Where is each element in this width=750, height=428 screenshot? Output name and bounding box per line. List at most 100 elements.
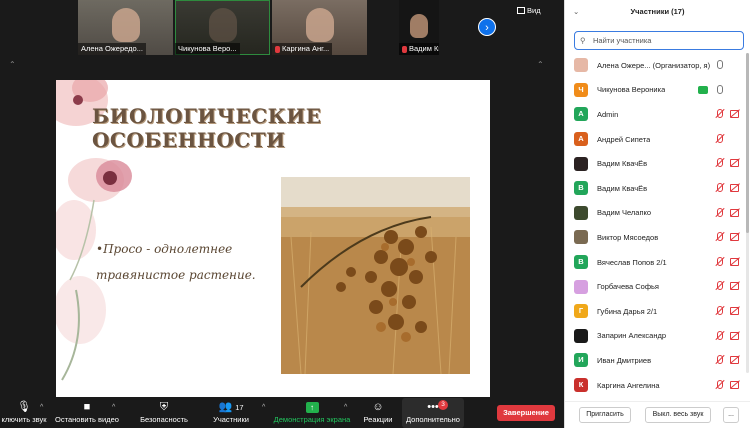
share-screen-button[interactable]: ↑ Демонстрация экрана bbox=[272, 398, 352, 428]
participant-status-icons bbox=[714, 157, 741, 169]
screen-share-icon bbox=[698, 85, 708, 94]
more-label: Дополнительно bbox=[406, 415, 460, 424]
participant-row[interactable]: Вадим Челапко bbox=[565, 201, 750, 226]
search-icon: ⚲ bbox=[580, 36, 586, 45]
participant-status-icons bbox=[714, 354, 741, 366]
video-tile[interactable]: Вадим КвачЁв bbox=[399, 0, 439, 55]
reactions-label: Реакции bbox=[363, 415, 393, 424]
microphone-icon bbox=[714, 84, 724, 96]
meeting-area: Алена Ожередо... Чикунова Веро... Каргин… bbox=[0, 0, 564, 428]
reactions-button[interactable]: ☺ Реакции bbox=[360, 398, 396, 428]
participant-row[interactable]: В Вячеслав Попов 2/1 bbox=[565, 250, 750, 275]
muted-mic-icon bbox=[275, 45, 280, 53]
video-off-icon bbox=[730, 183, 741, 192]
participant-row[interactable]: A Admin bbox=[565, 102, 750, 127]
share-screen-icon: ↑ bbox=[272, 401, 352, 413]
video-off-icon bbox=[730, 331, 741, 340]
security-label: Безопасность bbox=[140, 415, 188, 424]
panel-header: ⌄ Участники (17) bbox=[565, 0, 750, 24]
slide-bullet-text: •Просо - однолетнее травянистое растение… bbox=[96, 242, 256, 282]
participant-row[interactable]: Г Губина Дарья 2/1 bbox=[565, 299, 750, 324]
participant-status-icons bbox=[714, 305, 741, 317]
video-off-icon bbox=[730, 208, 741, 217]
unmute-button[interactable]: 🎙 ключить звук bbox=[0, 398, 48, 428]
more-button[interactable]: ••• 3 Дополнительно bbox=[402, 398, 464, 428]
avatar bbox=[574, 205, 588, 220]
chevron-up-icon[interactable]: ⌃ bbox=[9, 60, 16, 69]
participant-status-icons bbox=[714, 330, 741, 342]
video-off-icon bbox=[730, 281, 741, 291]
participant-name: Вадим КвачЁв bbox=[597, 159, 648, 169]
muted-microphone-icon bbox=[714, 108, 724, 120]
mute-all-button[interactable]: Выкл. весь звук bbox=[645, 407, 711, 423]
avatar: Ч bbox=[574, 82, 588, 97]
participant-video bbox=[410, 14, 428, 38]
smiley-icon: ☺ bbox=[372, 401, 384, 413]
muted-microphone-icon bbox=[714, 354, 724, 366]
view-label: Вид bbox=[527, 6, 541, 15]
video-tile[interactable]: Алена Ожередо... bbox=[78, 0, 173, 55]
video-tile-active-speaker[interactable]: Чикунова Веро... bbox=[175, 0, 270, 55]
video-camera-icon: ■ bbox=[83, 401, 91, 413]
participant-search-input[interactable]: ⚲ Найти участника bbox=[574, 31, 744, 50]
chevron-up-icon[interactable]: ^ bbox=[262, 404, 265, 411]
muted-microphone-icon bbox=[714, 256, 724, 268]
chevron-up-icon[interactable]: ^ bbox=[344, 404, 347, 411]
participant-name: Вячеслав Попов 2/1 bbox=[597, 257, 667, 267]
participant-row[interactable]: В Вадим КвачЁв bbox=[565, 176, 750, 201]
participants-button[interactable]: 👥 17 Участники bbox=[208, 398, 254, 428]
participant-row[interactable]: Ч Чикунова Вероника bbox=[565, 78, 750, 103]
view-button[interactable]: Вид bbox=[517, 6, 541, 15]
avatar bbox=[574, 58, 588, 73]
panel-footer: Пригласить Выкл. весь звук ... bbox=[565, 401, 750, 428]
chevron-down-icon[interactable]: ⌄ bbox=[573, 0, 579, 24]
chevron-up-icon[interactable]: ⌃ bbox=[537, 60, 544, 69]
participant-list: Алена Ожере... (Организатор, я) Ч Чикунова… bbox=[565, 53, 750, 397]
zoom-window: Алена Ожередо... Чикунова Веро... Каргин… bbox=[0, 0, 750, 428]
video-tile[interactable]: Каргина Анг... bbox=[272, 0, 367, 55]
security-button[interactable]: ⛨ Безопасность bbox=[135, 398, 193, 428]
participant-row[interactable]: Алена Ожере... (Организатор, я) bbox=[565, 53, 750, 78]
unmute-label: ключить звук bbox=[1, 415, 47, 424]
participant-name: Вадим КвачЁв bbox=[597, 183, 648, 193]
chevron-up-icon[interactable]: ^ bbox=[112, 404, 115, 411]
participant-name: Чикунова Вероника bbox=[597, 85, 666, 95]
avatar bbox=[574, 230, 588, 245]
muted-mic-icon bbox=[402, 45, 407, 53]
shield-icon: ⛨ bbox=[159, 401, 169, 413]
participant-name: Губина Дарья 2/1 bbox=[597, 306, 658, 316]
participant-status-icons bbox=[714, 231, 741, 243]
participant-row[interactable]: Вадим КвачЁв bbox=[565, 151, 750, 176]
more-options-button[interactable]: ... bbox=[723, 407, 739, 423]
avatar bbox=[574, 156, 588, 171]
participant-video bbox=[111, 8, 140, 42]
video-strip: Алена Ожередо... Чикунова Веро... Каргин… bbox=[78, 0, 439, 55]
scrollbar[interactable] bbox=[746, 53, 749, 373]
participant-name: Вадим Челапко bbox=[597, 208, 652, 218]
end-meeting-button[interactable]: Завершение bbox=[497, 405, 555, 421]
muted-microphone-icon bbox=[714, 330, 724, 342]
stop-video-button[interactable]: ■ Остановить видео bbox=[54, 398, 120, 428]
participant-name: Горбачева Софья bbox=[597, 282, 659, 292]
video-off-icon bbox=[730, 306, 741, 315]
stop-video-label: Остановить видео bbox=[55, 415, 119, 424]
participant-row[interactable]: К Каргина Ангелина bbox=[565, 373, 750, 398]
participant-status-icons bbox=[714, 379, 741, 391]
participant-row[interactable]: Запарин Александр bbox=[565, 324, 750, 349]
chevron-up-icon[interactable]: ^ bbox=[40, 404, 43, 411]
more-dots-icon: ••• 3 bbox=[424, 400, 448, 413]
participant-status-icons bbox=[714, 182, 741, 194]
video-off-icon bbox=[730, 355, 741, 365]
muted-microphone-icon bbox=[714, 231, 724, 243]
participant-row[interactable]: A Андрей Сипета bbox=[565, 127, 750, 152]
participant-row[interactable]: Горбачева Софья bbox=[565, 274, 750, 299]
tile-name: Вадим КвачЁв bbox=[399, 43, 439, 55]
participant-status-icons bbox=[714, 59, 741, 71]
search-placeholder: Найти участника bbox=[593, 36, 652, 45]
next-page-arrow-icon[interactable]: › bbox=[478, 18, 496, 36]
invite-button[interactable]: Пригласить bbox=[579, 407, 631, 423]
video-off-icon bbox=[730, 232, 741, 242]
tile-name: Каргина Анг... bbox=[272, 43, 333, 55]
participant-row[interactable]: И Иван Дмитриев bbox=[565, 348, 750, 373]
participant-row[interactable]: Виктор Мясоедов bbox=[565, 225, 750, 250]
